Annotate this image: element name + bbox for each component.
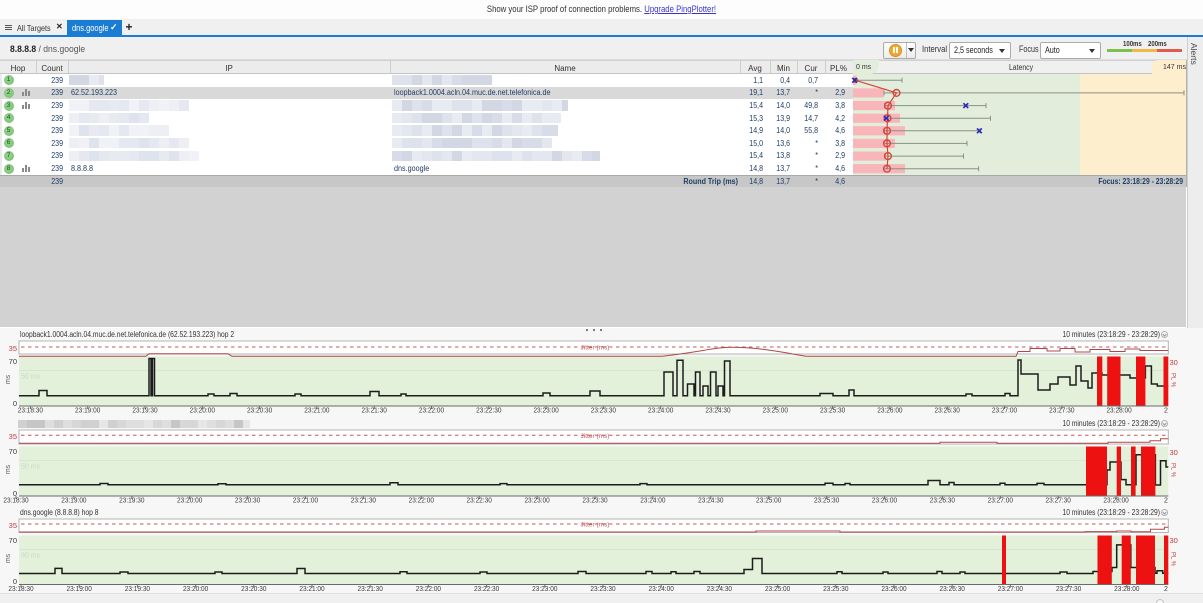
svg-text:23:18:30: 23:18:30 [18,407,44,414]
svg-text:23:21:30: 23:21:30 [362,407,388,414]
svg-text:23:24:00: 23:24:00 [649,586,675,593]
svg-text:23:24:00: 23:24:00 [648,407,674,414]
svg-text:50 ms: 50 ms [21,553,41,560]
svg-text:2: 2 [1164,586,1168,593]
svg-text:23:22:00: 23:22:00 [416,586,442,593]
svg-text:2: 2 [1164,408,1168,415]
svg-text:23:23:00: 23:23:00 [533,407,559,414]
svg-text:23:25:30: 23:25:30 [823,586,849,593]
svg-text:23:25:00: 23:25:00 [765,586,791,593]
svg-text:23:19:00: 23:19:00 [75,407,101,414]
svg-text:23:27:00: 23:27:00 [992,407,1018,414]
svg-text:23:23:30: 23:23:30 [591,407,617,414]
svg-text:Jitter (ms): Jitter (ms) [581,433,610,440]
svg-text:23:19:00: 23:19:00 [67,586,93,593]
svg-text:23:20:30: 23:20:30 [247,407,273,414]
svg-text:50 ms: 50 ms [21,464,41,471]
svg-text:50 ms: 50 ms [21,374,41,381]
svg-text:23:22:30: 23:22:30 [474,586,500,593]
svg-text:23:18:30: 23:18:30 [8,586,34,593]
svg-text:23:20:00: 23:20:00 [183,586,209,593]
svg-text:23:27:00: 23:27:00 [998,586,1024,593]
svg-text:23:26:30: 23:26:30 [940,586,966,593]
svg-text:23:28:00: 23:28:00 [1114,586,1140,593]
svg-text:23:20:30: 23:20:30 [241,586,267,593]
svg-text:23:24:30: 23:24:30 [707,586,733,593]
svg-text:23:24:30: 23:24:30 [705,407,731,414]
svg-text:23:28:00: 23:28:00 [1106,407,1132,414]
svg-text:23:27:30: 23:27:30 [1049,407,1075,414]
svg-text:23:23:00: 23:23:00 [532,586,558,593]
svg-text:23:27:30: 23:27:30 [1056,586,1082,593]
svg-text:23:26:00: 23:26:00 [881,586,907,593]
svg-text:23:26:00: 23:26:00 [877,407,903,414]
svg-text:23:19:30: 23:19:30 [125,586,151,593]
svg-text:23:22:00: 23:22:00 [419,407,445,414]
svg-text:23:25:30: 23:25:30 [820,407,846,414]
svg-text:Jitter (ms): Jitter (ms) [581,345,610,352]
svg-text:23:23:30: 23:23:30 [590,586,616,593]
svg-text:Jitter (ms): Jitter (ms) [581,522,610,529]
svg-text:23:21:00: 23:21:00 [304,407,330,414]
svg-text:23:20:00: 23:20:00 [190,407,216,414]
svg-text:23:19:30: 23:19:30 [132,407,158,414]
svg-text:23:25:00: 23:25:00 [763,407,789,414]
svg-text:23:21:00: 23:21:00 [299,586,325,593]
svg-text:23:22:30: 23:22:30 [476,407,502,414]
svg-text:23:21:30: 23:21:30 [358,586,384,593]
svg-text:23:26:30: 23:26:30 [935,407,961,414]
